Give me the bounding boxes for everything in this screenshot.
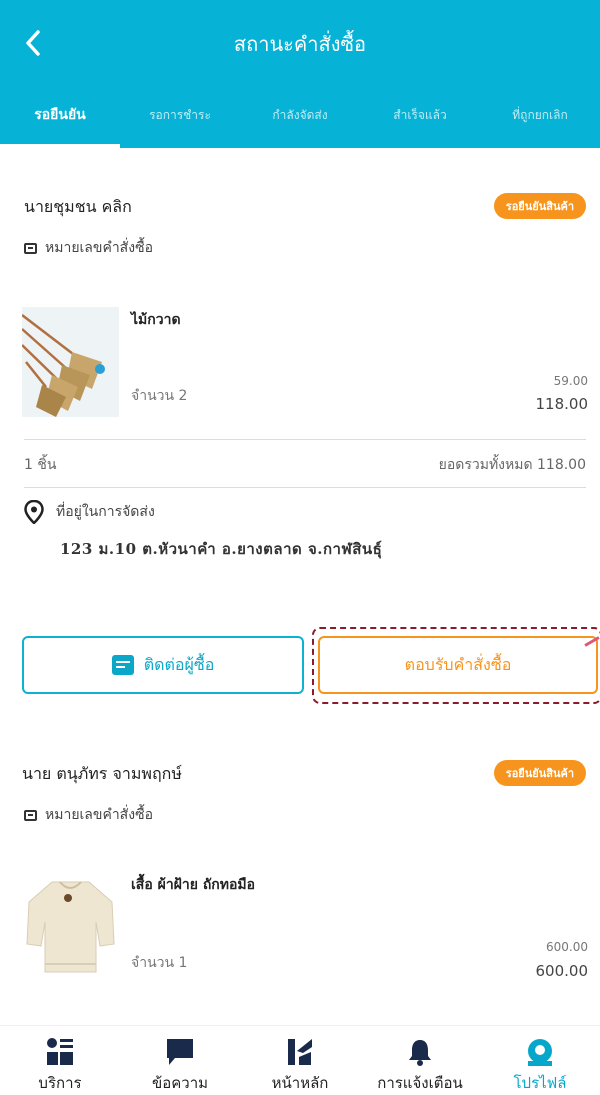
services-icon (43, 1036, 77, 1067)
tab-completed[interactable]: สำเร็จแล้ว (360, 90, 480, 148)
location-pin-icon (24, 500, 44, 524)
broom-image (22, 307, 119, 417)
status-tabs: รอยืนยัน รอการชำระ กำลังจัดส่ง สำเร็จแล้… (0, 90, 600, 148)
document-icon (24, 809, 37, 821)
tab-pending-confirm[interactable]: รอยืนยัน (0, 90, 120, 148)
item-count: 1 ชิ้น (24, 457, 57, 473)
bottom-nav: บริการ ข้อความ หน้าหลัก การแจ้งเตือน โปร… (0, 1025, 600, 1095)
divider (24, 439, 586, 440)
line-total: 118.00 (535, 395, 589, 413)
nav-profile-label: โปรไฟล์ (513, 1074, 567, 1092)
app-header: สถานะคำสั่งซื้อ รอยืนยัน รอการชำระ กำลัง… (0, 0, 600, 148)
product-quantity: จำนวน 2 (131, 388, 188, 404)
nav-home[interactable]: หน้าหลัก (240, 1026, 360, 1095)
nav-home-label: หน้าหลัก (271, 1074, 329, 1092)
order-number-label: หมายเลขคำสั่งซื้อ (45, 807, 153, 823)
line-total: 600.00 (535, 962, 589, 980)
status-badge: รอยืนยันสินค้า (493, 193, 586, 219)
document-icon (24, 242, 37, 254)
nav-notifications[interactable]: การแจ้งเตือน (360, 1026, 480, 1095)
home-logo-icon (283, 1036, 317, 1067)
unit-price: 600.00 (546, 940, 588, 954)
chat-icon (111, 655, 134, 675)
contact-buyer-label: ติดต่อผู้ซื้อ (143, 654, 215, 674)
profile-icon (523, 1036, 557, 1067)
shipping-header: ที่อยู่ในการจัดส่ง (24, 500, 155, 524)
page-title: สถานะคำสั่งซื้อ (233, 32, 367, 56)
unit-price: 59.00 (553, 374, 588, 388)
order-number: หมายเลขคำสั่งซื้อ (24, 237, 153, 259)
status-badge: รอยืนยันสินค้า (493, 760, 586, 786)
nav-profile[interactable]: โปรไฟล์ (480, 1026, 600, 1095)
buyer-name: นาย ตนุภัทร จามพฤกษ์ (22, 764, 182, 783)
nav-services-label: บริการ (38, 1074, 82, 1092)
product-name: ไม้กวาด (131, 312, 181, 328)
nav-messages[interactable]: ข้อความ (120, 1026, 240, 1095)
order-number: หมายเลขคำสั่งซื้อ (24, 804, 153, 826)
accept-order-label: ตอบรับคำสั่งซื้อ (404, 654, 512, 674)
product-name: เสื้อ ผ้าฝ้าย ถักทอมือ (131, 877, 256, 893)
nav-notifications-label: การแจ้งเตือน (377, 1074, 463, 1092)
contact-buyer-button[interactable]: ติดต่อผู้ซื้อ (22, 636, 304, 694)
buyer-name: นายชุมชน คลิก (24, 197, 132, 216)
divider (24, 487, 586, 488)
bell-icon (403, 1036, 437, 1067)
shipping-address: 123 ม.10 ต.หัวนาคำ อ.ยางตลาด จ.กาฬสินธุ์ (60, 540, 383, 558)
accept-order-button[interactable]: ตอบรับคำสั่งซื้อ (318, 636, 598, 694)
order-number-label: หมายเลขคำสั่งซื้อ (45, 240, 153, 256)
product-quantity: จำนวน 1 (131, 955, 188, 971)
tab-shipping[interactable]: กำลังจัดส่ง (240, 90, 360, 148)
message-icon (163, 1036, 197, 1067)
tab-pending-payment[interactable]: รอการชำระ (120, 90, 240, 148)
shipping-label: ที่อยู่ในการจัดส่ง (56, 504, 155, 520)
nav-services[interactable]: บริการ (0, 1026, 120, 1095)
tab-cancelled[interactable]: ที่ถูกยกเลิก (480, 90, 600, 148)
order-total: ยอดรวมทั้งหมด 118.00 (438, 457, 586, 473)
nav-messages-label: ข้อความ (151, 1074, 209, 1092)
shirt-image (22, 872, 119, 982)
